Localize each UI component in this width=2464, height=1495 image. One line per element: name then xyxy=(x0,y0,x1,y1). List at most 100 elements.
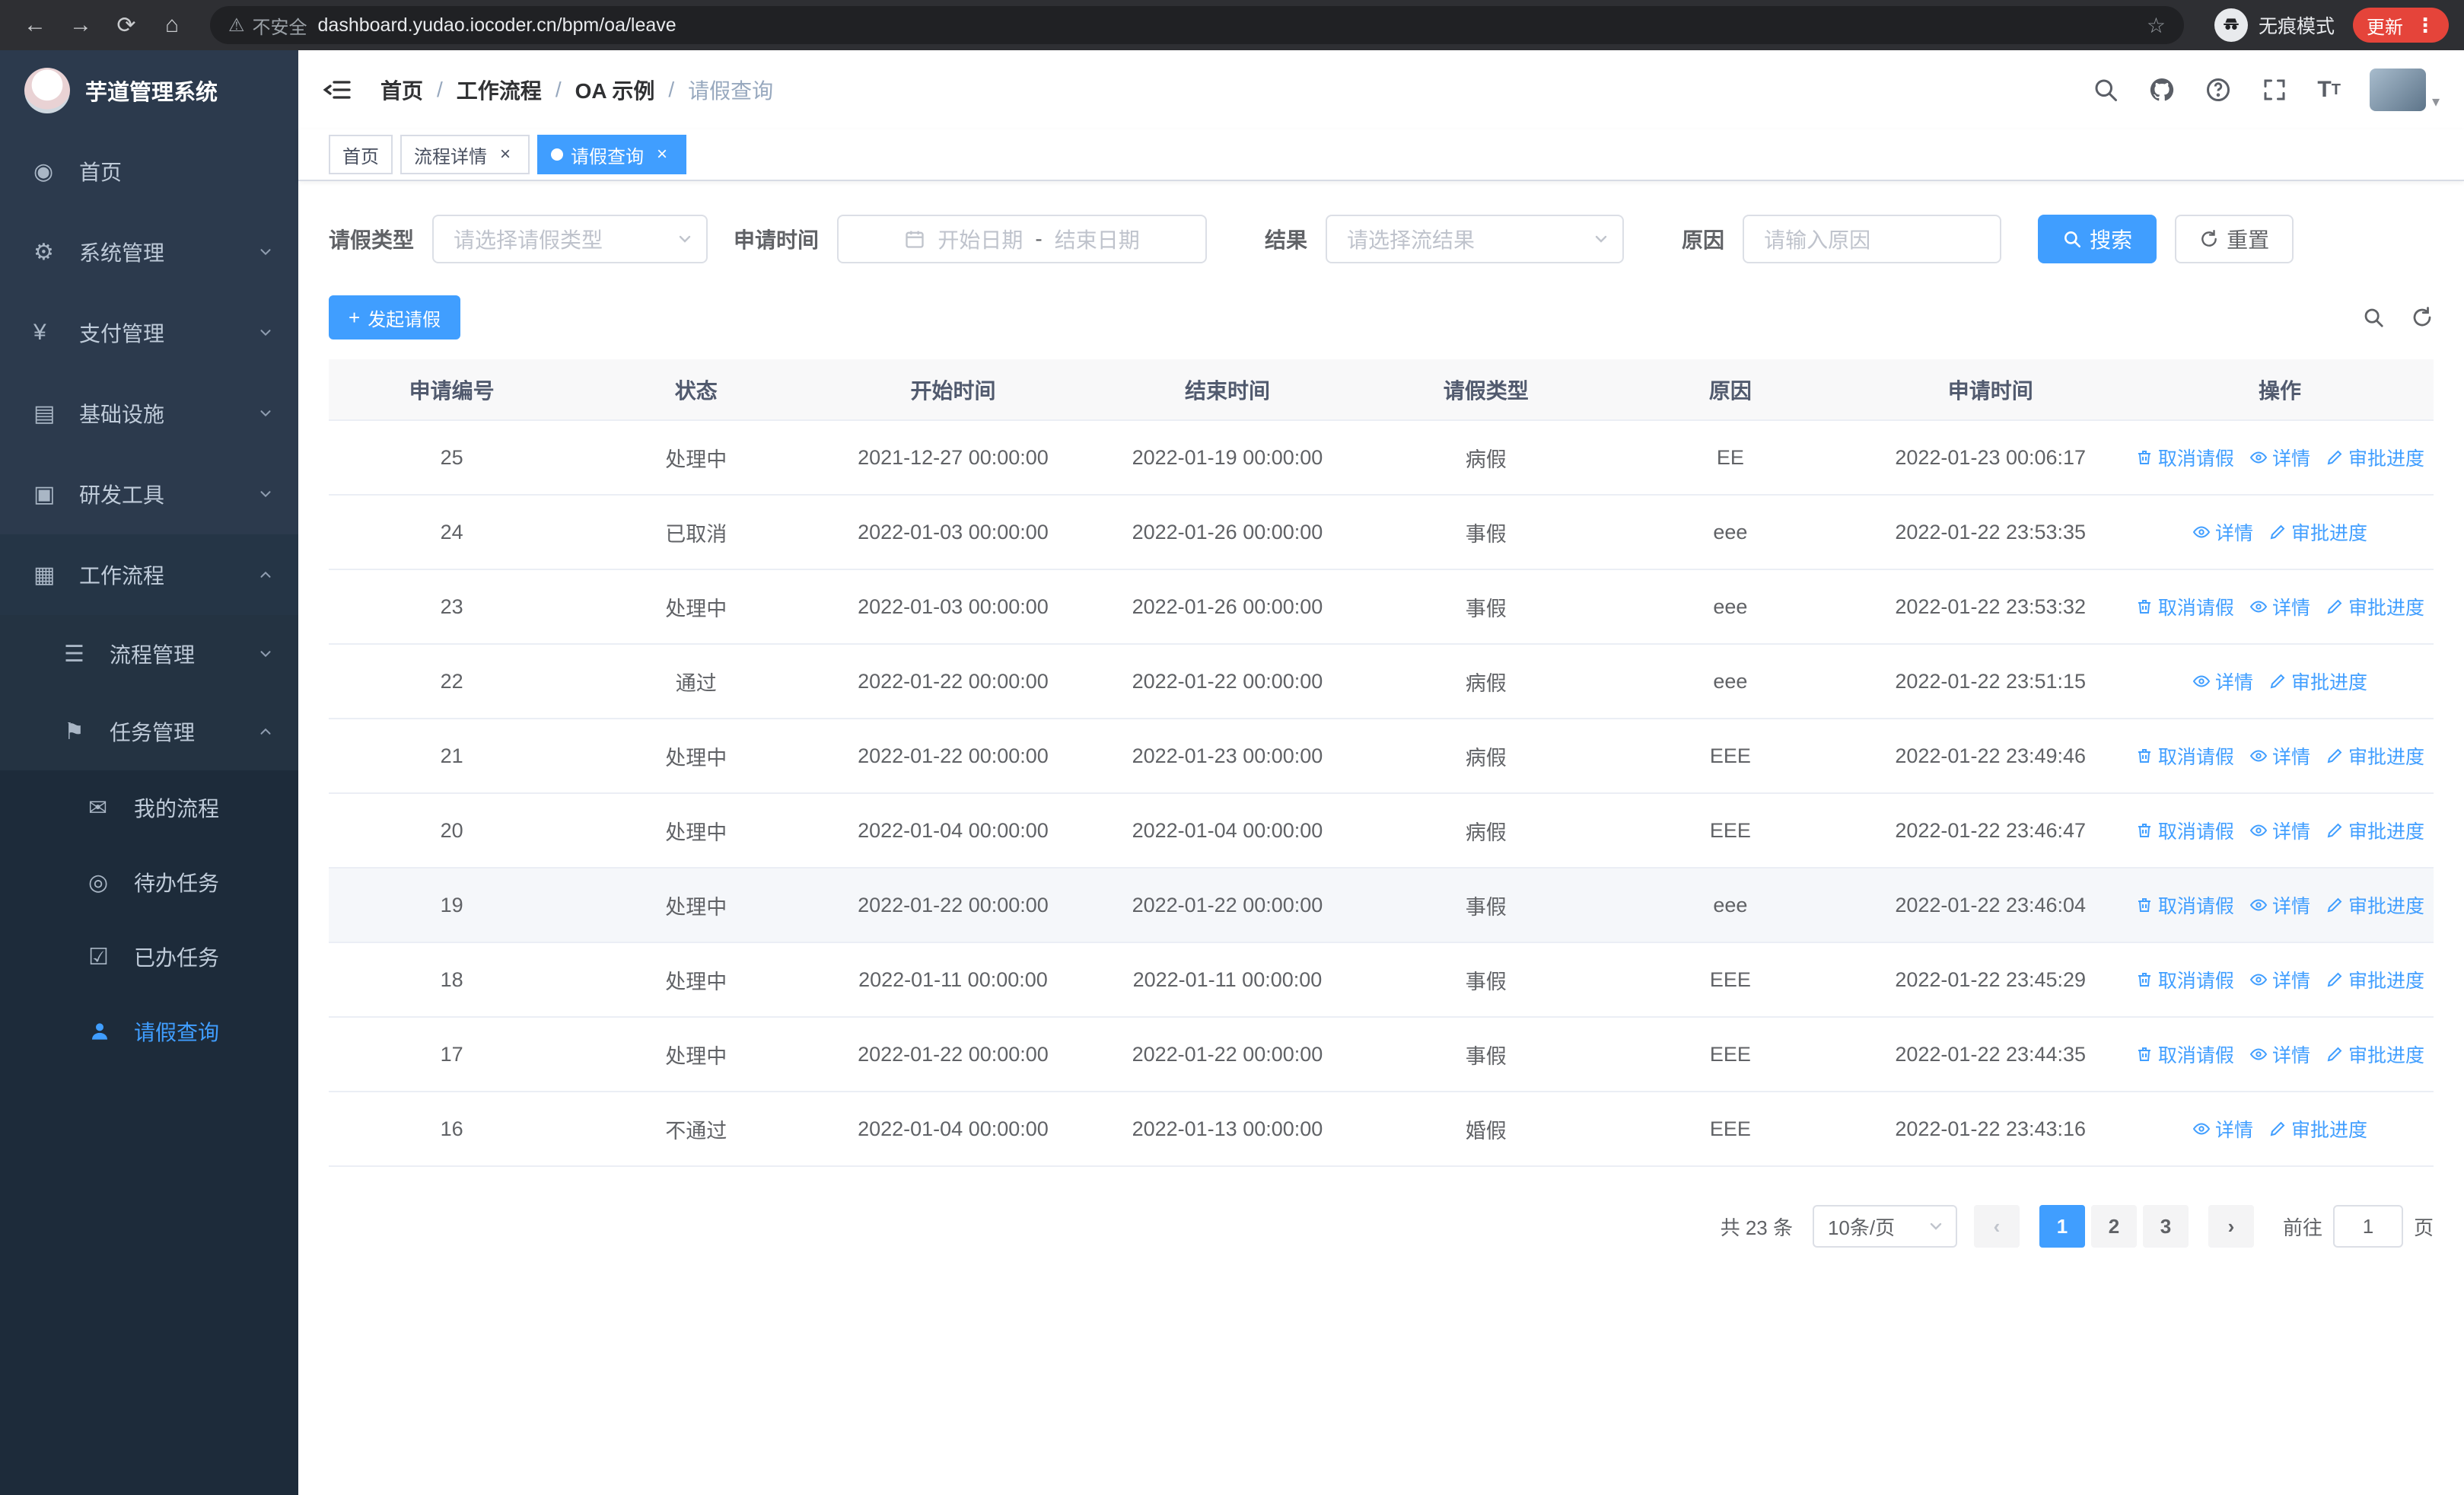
cancel-action-link[interactable]: 取消请假 xyxy=(2135,966,2234,993)
progress-action-link[interactable]: 审批进度 xyxy=(2268,668,2367,695)
cancel-action-link[interactable]: 取消请假 xyxy=(2135,444,2234,471)
collapse-sidebar-icon[interactable] xyxy=(323,75,353,105)
progress-action-link[interactable]: 审批进度 xyxy=(2326,817,2424,844)
refresh-icon[interactable] xyxy=(2411,306,2434,329)
action-label: 审批进度 xyxy=(2291,671,2367,693)
apply-time-range-picker[interactable]: 开始日期 - 结束日期 xyxy=(837,215,1208,263)
detail-action-link[interactable]: 详情 xyxy=(2192,518,2253,546)
leave-type-select[interactable]: 请选择请假类型 xyxy=(432,215,708,263)
help-icon[interactable] xyxy=(2205,76,2232,104)
address-bar[interactable]: ⚠ 不安全 dashboard.yudao.iocoder.cn/bpm/oa/… xyxy=(210,6,2184,44)
close-icon[interactable]: × xyxy=(651,144,673,165)
screen: ← → ⟳ ⌂ ⚠ 不安全 dashboard.yudao.iocoder.cn… xyxy=(0,0,2464,1495)
cancel-action-link[interactable]: 取消请假 xyxy=(2135,593,2234,620)
cell-end-time: 2022-01-19 00:00:00 xyxy=(1088,420,1367,496)
sidebar-item-7[interactable]: ⚑ 任务管理 xyxy=(0,693,298,770)
sidebar-item-8[interactable]: ✉ 我的流程 xyxy=(0,770,298,845)
detail-action-link[interactable]: 详情 xyxy=(2192,668,2253,695)
progress-action-link[interactable]: 审批进度 xyxy=(2326,444,2424,471)
cell-end-time: 2022-01-11 00:00:00 xyxy=(1088,942,1367,1018)
sidebar-item-11[interactable]: 请假查询 xyxy=(0,994,298,1069)
toggle-search-icon[interactable] xyxy=(2362,306,2385,329)
progress-action-link[interactable]: 审批进度 xyxy=(2326,593,2424,620)
back-icon[interactable]: ← xyxy=(15,5,55,45)
forward-icon[interactable]: → xyxy=(61,5,100,45)
detail-action-link[interactable]: 详情 xyxy=(2249,444,2310,471)
sidebar-item-9[interactable]: ◎ 待办任务 xyxy=(0,845,298,920)
table-row: 19 处理中 2022-01-22 00:00:00 2022-01-22 00:00… xyxy=(329,868,2434,943)
page-button-3[interactable]: 3 xyxy=(2142,1205,2189,1248)
reason-input[interactable]: 请输入原因 xyxy=(1743,215,2002,263)
cell-apply-time: 2022-01-22 23:46:04 xyxy=(1854,868,2126,943)
result-select[interactable]: 请选择流结果 xyxy=(1326,215,1625,263)
chevron-down-icon xyxy=(257,486,274,502)
incognito-indicator: 无痕模式 xyxy=(2214,8,2335,42)
bookmark-star-icon[interactable]: ☆ xyxy=(2147,13,2166,38)
sidebar-item-1[interactable]: ⚙ 系统管理 xyxy=(0,212,298,292)
prev-page-button[interactable]: ‹ xyxy=(1973,1205,2020,1248)
breadcrumb-separator: / xyxy=(437,78,443,101)
cancel-action-link[interactable]: 取消请假 xyxy=(2135,817,2234,844)
breadcrumb-item[interactable]: 工作流程 xyxy=(457,75,542,105)
breadcrumb-item[interactable]: 首页 xyxy=(380,75,423,105)
sidebar-item-4[interactable]: ▣ 研发工具 xyxy=(0,454,298,534)
tab-0[interactable]: 首页 xyxy=(329,135,393,174)
tab-2[interactable]: 请假查询 × xyxy=(537,135,686,174)
table-row: 17 处理中 2022-01-22 00:00:00 2022-01-22 00:00… xyxy=(329,1017,2434,1092)
page-button-2[interactable]: 2 xyxy=(2090,1205,2137,1248)
home-icon[interactable]: ⌂ xyxy=(152,5,192,45)
sidebar-item-2[interactable]: ¥ 支付管理 xyxy=(0,292,298,373)
progress-action-link[interactable]: 审批进度 xyxy=(2326,742,2424,770)
sidebar-item-6[interactable]: ☰ 流程管理 xyxy=(0,615,298,693)
result-label: 结果 xyxy=(1265,228,1308,252)
browser-update-button[interactable]: 更新 ⋮ xyxy=(2353,8,2449,43)
progress-action-link[interactable]: 审批进度 xyxy=(2326,1041,2424,1068)
search-icon[interactable] xyxy=(2092,76,2119,104)
cell-status: 处理中 xyxy=(575,942,818,1018)
cell-actions: 详情 审批进度 xyxy=(2125,495,2434,570)
cell-reason: EEE xyxy=(1606,942,1855,1018)
page-size-select[interactable]: 10条/页 xyxy=(1812,1205,1957,1248)
breadcrumb-item[interactable]: OA 示例 xyxy=(575,75,655,105)
column-header: 开始时间 xyxy=(817,359,1089,421)
detail-action-link[interactable]: 详情 xyxy=(2249,1041,2310,1068)
create-leave-button[interactable]: + 发起请假 xyxy=(329,295,461,339)
sidebar-item-0[interactable]: ◉ 首页 xyxy=(0,131,298,212)
sidebar-item-10[interactable]: ☑ 已办任务 xyxy=(0,920,298,994)
detail-action-link[interactable]: 详情 xyxy=(2249,891,2310,919)
sidebar-item-5[interactable]: ▦ 工作流程 xyxy=(0,534,298,615)
progress-action-link[interactable]: 审批进度 xyxy=(2326,966,2424,993)
sidebar-nav: ◉ 首页 ⚙ 系统管理 ¥ 支付管理 ▤ 基础设施 ▣ 研发工具 ▦ 工作流程 ☰ 流程管理 ⚑ 任务管理 ✉ 我… xyxy=(0,131,298,1069)
progress-action-link[interactable]: 审批进度 xyxy=(2268,1115,2367,1143)
detail-action-link[interactable]: 详情 xyxy=(2192,1115,2253,1143)
cell-start-time: 2022-01-03 00:00:00 xyxy=(817,569,1089,645)
sidebar-item-3[interactable]: ▤ 基础设施 xyxy=(0,373,298,454)
font-size-icon[interactable]: TT xyxy=(2317,77,2341,103)
cancel-action-link[interactable]: 取消请假 xyxy=(2135,891,2234,919)
reload-icon[interactable]: ⟳ xyxy=(107,5,146,45)
detail-action-link[interactable]: 详情 xyxy=(2249,593,2310,620)
goto-page-input[interactable] xyxy=(2332,1205,2403,1248)
cancel-action-link[interactable]: 取消请假 xyxy=(2135,1041,2234,1068)
security-warning[interactable]: ⚠ 不安全 xyxy=(228,12,307,39)
detail-action-link[interactable]: 详情 xyxy=(2249,966,2310,993)
detail-action-link[interactable]: 详情 xyxy=(2249,742,2310,770)
github-icon[interactable] xyxy=(2148,76,2176,104)
reset-button[interactable]: 重置 xyxy=(2175,215,2294,263)
cancel-action-link[interactable]: 取消请假 xyxy=(2135,742,2234,770)
fullscreen-icon[interactable] xyxy=(2261,76,2288,104)
search-button[interactable]: 搜索 xyxy=(2038,215,2157,263)
browser-menu-icon[interactable]: ⋮ xyxy=(2415,14,2435,37)
process-icon: ☰ xyxy=(64,641,84,667)
page-button-1[interactable]: 1 xyxy=(2039,1205,2085,1248)
progress-action-link[interactable]: 审批进度 xyxy=(2268,518,2367,546)
close-icon[interactable]: × xyxy=(495,144,516,165)
detail-action-link[interactable]: 详情 xyxy=(2249,817,2310,844)
table-row: 16 不通过 2022-01-04 00:00:00 2022-01-13 00:00… xyxy=(329,1092,2434,1167)
cell-reason: eee xyxy=(1606,868,1855,943)
next-page-button[interactable]: › xyxy=(2208,1205,2254,1248)
user-menu[interactable]: ▾ xyxy=(2369,69,2440,111)
progress-action-link[interactable]: 审批进度 xyxy=(2326,891,2424,919)
calendar-icon xyxy=(904,228,925,250)
tab-1[interactable]: 流程详情 × xyxy=(400,135,530,174)
